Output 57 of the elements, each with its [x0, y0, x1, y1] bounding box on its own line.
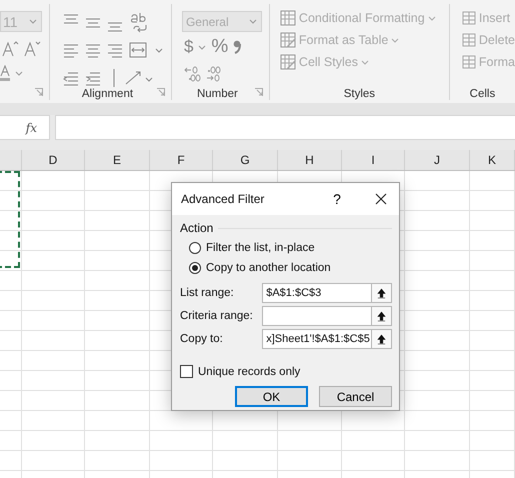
checkbox-option[interactable]: Unique records only — [180, 365, 392, 378]
caret-icon — [360, 60, 369, 64]
close-icon — [375, 193, 387, 205]
format-cells-icon — [460, 54, 476, 70]
range-field[interactable]: x]Sheet1'!$A$1:$C$5 — [262, 329, 372, 349]
font-color-icon[interactable] — [0, 65, 24, 81]
radio-option[interactable]: Filter the list, in-place — [189, 240, 392, 255]
range-field[interactable] — [262, 306, 372, 326]
dialog-launcher-icon[interactable] — [34, 88, 43, 96]
field-label: Criteria range: — [180, 310, 254, 322]
column-header[interactable]: G — [213, 150, 278, 170]
cell-styles-icon — [280, 54, 296, 70]
comma-style-icon[interactable] — [233, 40, 242, 54]
column-header[interactable]: E — [85, 150, 150, 170]
radio-button[interactable] — [189, 262, 201, 274]
caret-icon — [29, 19, 37, 24]
column-header[interactable]: H — [278, 150, 342, 170]
group-label: Styles — [342, 88, 376, 100]
checkbox[interactable] — [180, 365, 193, 378]
delete-cells-icon — [460, 32, 476, 48]
column-header[interactable]: D — [22, 150, 85, 170]
dialog-launcher-icon[interactable] — [254, 88, 263, 96]
ok-button[interactable]: OK — [235, 386, 308, 407]
collapse-dialog-button[interactable] — [372, 306, 392, 326]
help-button[interactable]: ? — [325, 191, 349, 207]
collapse-dialog-button[interactable] — [372, 283, 392, 303]
caret-icon — [391, 38, 400, 42]
insert-cells-icon — [460, 10, 476, 26]
cancel-button[interactable]: Cancel — [319, 386, 392, 407]
dialog-title: Advanced Filter — [181, 192, 266, 206]
caret-icon — [428, 16, 436, 20]
field-label: Copy to: — [180, 333, 224, 345]
radio-button[interactable] — [189, 242, 201, 254]
upload-arrow-icon — [377, 288, 386, 298]
group-label: Cells — [468, 88, 496, 100]
caret-icon — [248, 19, 257, 24]
table-format-icon — [280, 32, 296, 48]
radio-option[interactable]: Copy to another location — [189, 260, 392, 275]
collapse-dialog-button[interactable] — [372, 329, 392, 349]
name-box[interactable]: fx — [0, 115, 50, 140]
column-header[interactable]: F — [150, 150, 213, 170]
cond-format-icon — [280, 10, 296, 26]
group-label: Number — [196, 88, 239, 100]
formula-input[interactable] — [55, 115, 515, 140]
upload-arrow-icon — [377, 310, 386, 322]
column-header[interactable]: I — [342, 150, 405, 170]
range-field[interactable]: $A$1:$C$3 — [262, 283, 372, 303]
field-label: List range: — [180, 287, 235, 299]
dialog-launcher-icon[interactable] — [156, 88, 165, 96]
upload-arrow-icon — [377, 334, 386, 344]
section-label: Action — [180, 221, 214, 235]
group-label: Alignment — [80, 88, 134, 100]
font-size-icons[interactable] — [1, 41, 41, 57]
insert-function-button[interactable]: fx — [26, 120, 37, 134]
column-header[interactable]: J — [405, 150, 470, 170]
caret-icon[interactable] — [198, 44, 206, 50]
column-header[interactable]: K — [470, 150, 515, 170]
